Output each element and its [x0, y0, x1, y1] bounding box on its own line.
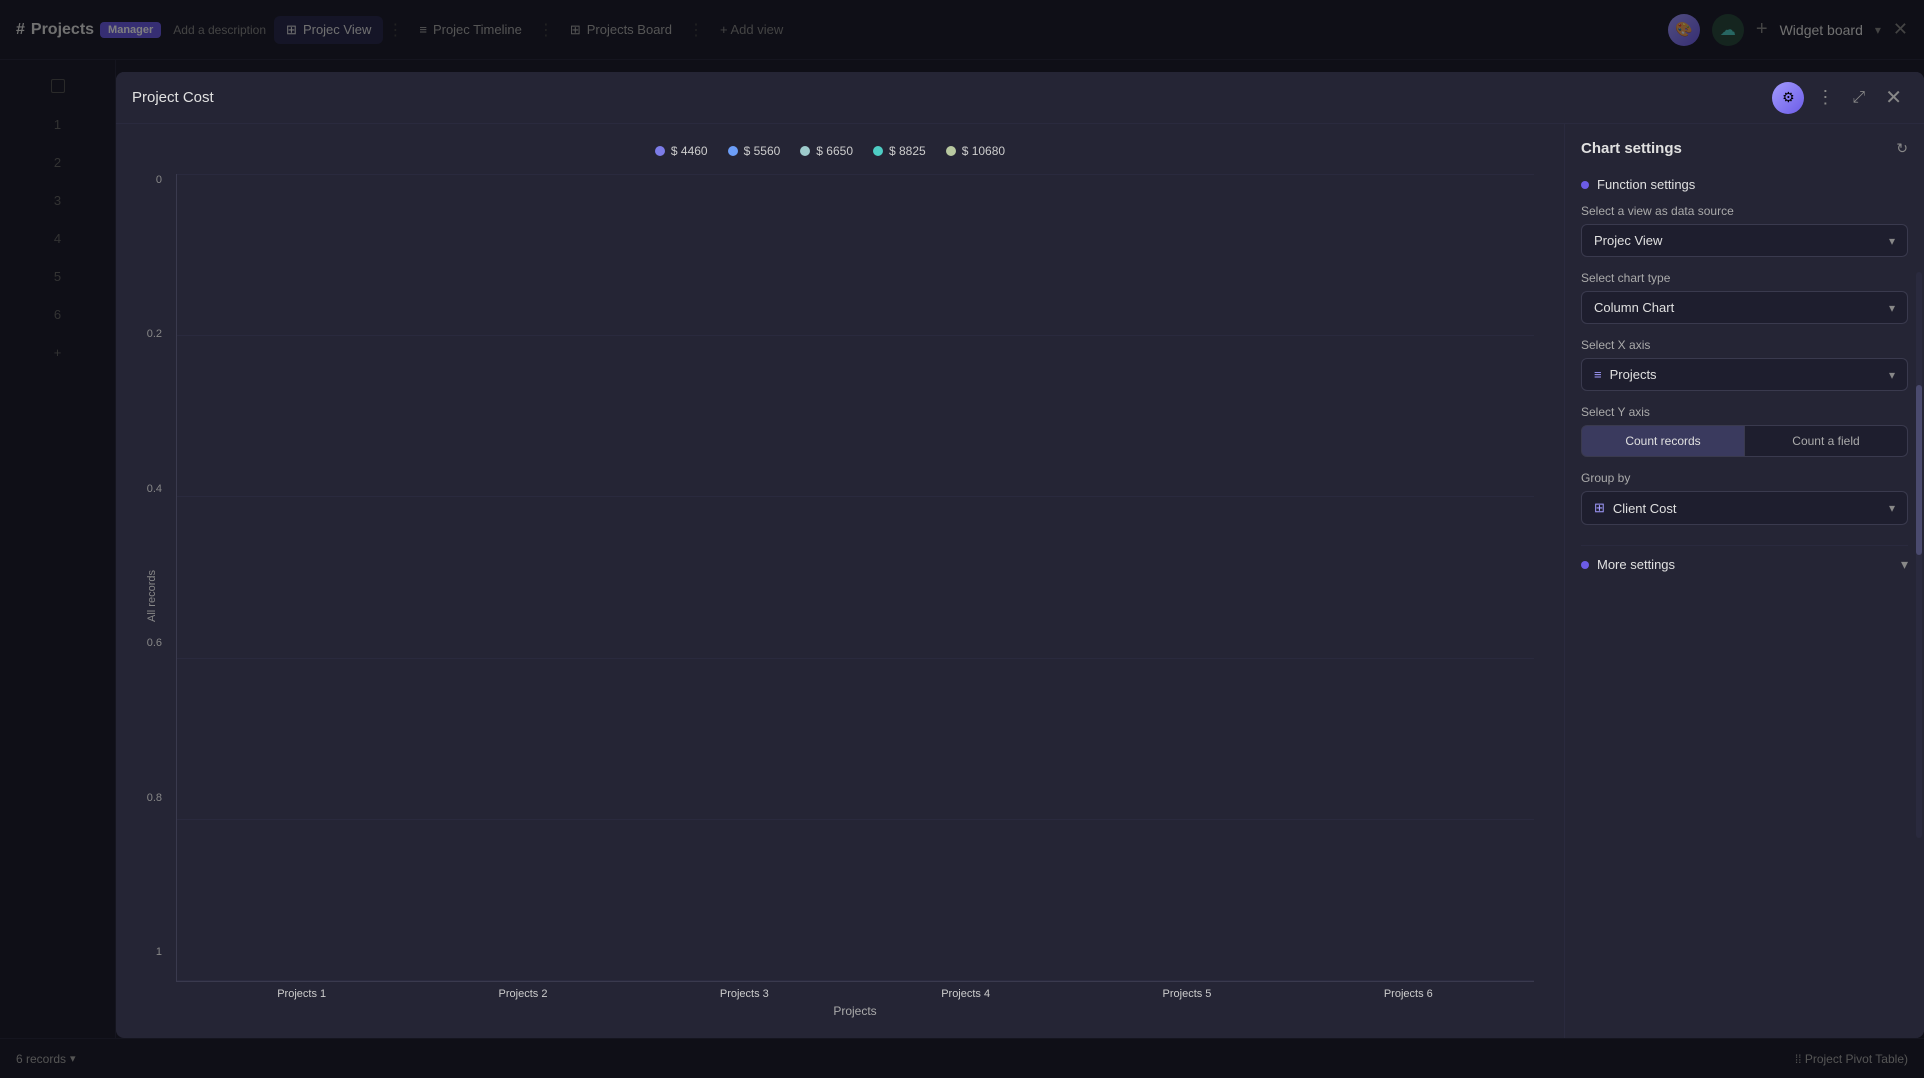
legend-dot-3 [800, 146, 810, 156]
legend-item-4: $ 8825 [873, 144, 926, 158]
legend-label-4: $ 8825 [889, 144, 926, 158]
group-by-label: Group by [1581, 471, 1908, 485]
y-tab-count-records[interactable]: Count records [1581, 425, 1745, 457]
legend-item-2: $ 5560 [728, 144, 781, 158]
legend-label-5: $ 10680 [962, 144, 1005, 158]
modal-actions: ⚙ ⋮ ⤢ ✕ [1772, 81, 1908, 114]
function-settings-dot [1581, 181, 1589, 189]
modal-title: Project Cost [132, 89, 1772, 106]
more-settings-label: More settings [1597, 557, 1675, 572]
chart-type-value: Column Chart [1594, 300, 1674, 315]
settings-title: Chart settings [1581, 140, 1888, 157]
group-by-value: Client Cost [1613, 501, 1677, 516]
y-tab-count-field[interactable]: Count a field [1745, 425, 1908, 457]
y-label-4: 0.8 [147, 792, 162, 804]
group-by-select[interactable]: ⊞ Client Cost ▾ [1581, 491, 1908, 525]
x-label-5: Projects 5 [1081, 988, 1292, 1000]
y-label-1: 0.2 [147, 328, 162, 340]
legend-label-2: $ 5560 [744, 144, 781, 158]
legend-label-3: $ 6650 [816, 144, 853, 158]
y-axis-title: All records [146, 570, 158, 622]
legend-item-1: $ 4460 [655, 144, 708, 158]
side-scrollbar[interactable] [1916, 272, 1922, 838]
x-axis-title: Projects [176, 1004, 1534, 1018]
more-settings-left: More settings [1581, 557, 1675, 572]
function-settings-label: Function settings [1597, 177, 1695, 192]
chart-type-label: Select chart type [1581, 271, 1908, 285]
x-label-3: Projects 3 [639, 988, 850, 1000]
chart-main: Projects 1 Projects 2 Projects 3 Project… [176, 174, 1534, 1018]
data-source-value: Projec View [1594, 233, 1662, 248]
scrollbar-thumb [1916, 385, 1922, 555]
x-label-4: Projects 4 [860, 988, 1071, 1000]
y-label-3: 0.6 [147, 637, 162, 649]
y-axis-area: All records 1 0.8 0.6 0.4 0.2 0 [126, 174, 176, 1018]
group-by-chevron: ▾ [1889, 501, 1895, 515]
y-axis-tabs: Count records Count a field [1581, 425, 1908, 457]
x-axis-label: Select X axis [1581, 338, 1908, 352]
chart-type-chevron: ▾ [1889, 301, 1895, 315]
legend-dot-4 [873, 146, 883, 156]
chart-bars-area [176, 174, 1534, 982]
more-settings-row[interactable]: More settings ▾ [1581, 545, 1908, 583]
modal-close-button[interactable]: ✕ [1879, 81, 1908, 114]
legend-item-3: $ 6650 [800, 144, 853, 158]
y-label-0: 0 [156, 174, 162, 186]
legend-dot-5 [946, 146, 956, 156]
legend-item-5: $ 10680 [946, 144, 1005, 158]
modal-settings-button[interactable]: ⚙ [1772, 82, 1804, 114]
chart-legend: $ 4460 $ 5560 $ 6650 $ 8825 $ 10680 [126, 144, 1534, 158]
x-label-2: Projects 2 [417, 988, 628, 1000]
x-axis-select[interactable]: ≡ Projects ▾ [1581, 358, 1908, 391]
legend-dot-1 [655, 146, 665, 156]
settings-header: Chart settings ↻ [1581, 140, 1908, 157]
chart-area: $ 4460 $ 5560 $ 6650 $ 8825 $ 10680 [116, 124, 1564, 1038]
bars-row [177, 174, 1534, 981]
chart-modal: Project Cost ⚙ ⋮ ⤢ ✕ $ 4460 $ 5560 $ 665… [116, 72, 1924, 1038]
y-label-2: 0.4 [147, 483, 162, 495]
legend-dot-2 [728, 146, 738, 156]
group-by-icon: ⊞ [1594, 500, 1605, 516]
chart-container: All records 1 0.8 0.6 0.4 0.2 0 [126, 174, 1534, 1018]
x-axis-labels: Projects 1 Projects 2 Projects 3 Project… [176, 982, 1534, 1000]
function-settings-section: Function settings Select a view as data … [1581, 177, 1908, 525]
data-source-chevron: ▾ [1889, 234, 1895, 248]
settings-panel: Chart settings ↻ Function settings Selec… [1564, 124, 1924, 1038]
function-settings-title: Function settings [1581, 177, 1908, 192]
more-settings-dot [1581, 561, 1589, 569]
data-source-label: Select a view as data source [1581, 204, 1908, 218]
data-source-select[interactable]: Projec View ▾ [1581, 224, 1908, 257]
x-label-6: Projects 6 [1303, 988, 1514, 1000]
modal-expand-button[interactable]: ⤢ [1846, 85, 1871, 111]
chart-type-select[interactable]: Column Chart ▾ [1581, 291, 1908, 324]
legend-label-1: $ 4460 [671, 144, 708, 158]
modal-header: Project Cost ⚙ ⋮ ⤢ ✕ [116, 72, 1924, 124]
x-axis-select-text: ≡ Projects [1594, 367, 1657, 382]
x-label-1: Projects 1 [196, 988, 407, 1000]
settings-refresh-button[interactable]: ↻ [1896, 140, 1908, 157]
x-axis-value: Projects [1610, 367, 1657, 382]
x-axis-icon: ≡ [1594, 367, 1602, 382]
y-label-5: 1 [156, 946, 162, 958]
modal-more-button[interactable]: ⋮ [1812, 83, 1838, 112]
group-by-select-text: ⊞ Client Cost [1594, 500, 1676, 516]
x-axis-chevron: ▾ [1889, 368, 1895, 382]
y-axis-label: Select Y axis [1581, 405, 1908, 419]
more-settings-chevron: ▾ [1901, 556, 1908, 573]
